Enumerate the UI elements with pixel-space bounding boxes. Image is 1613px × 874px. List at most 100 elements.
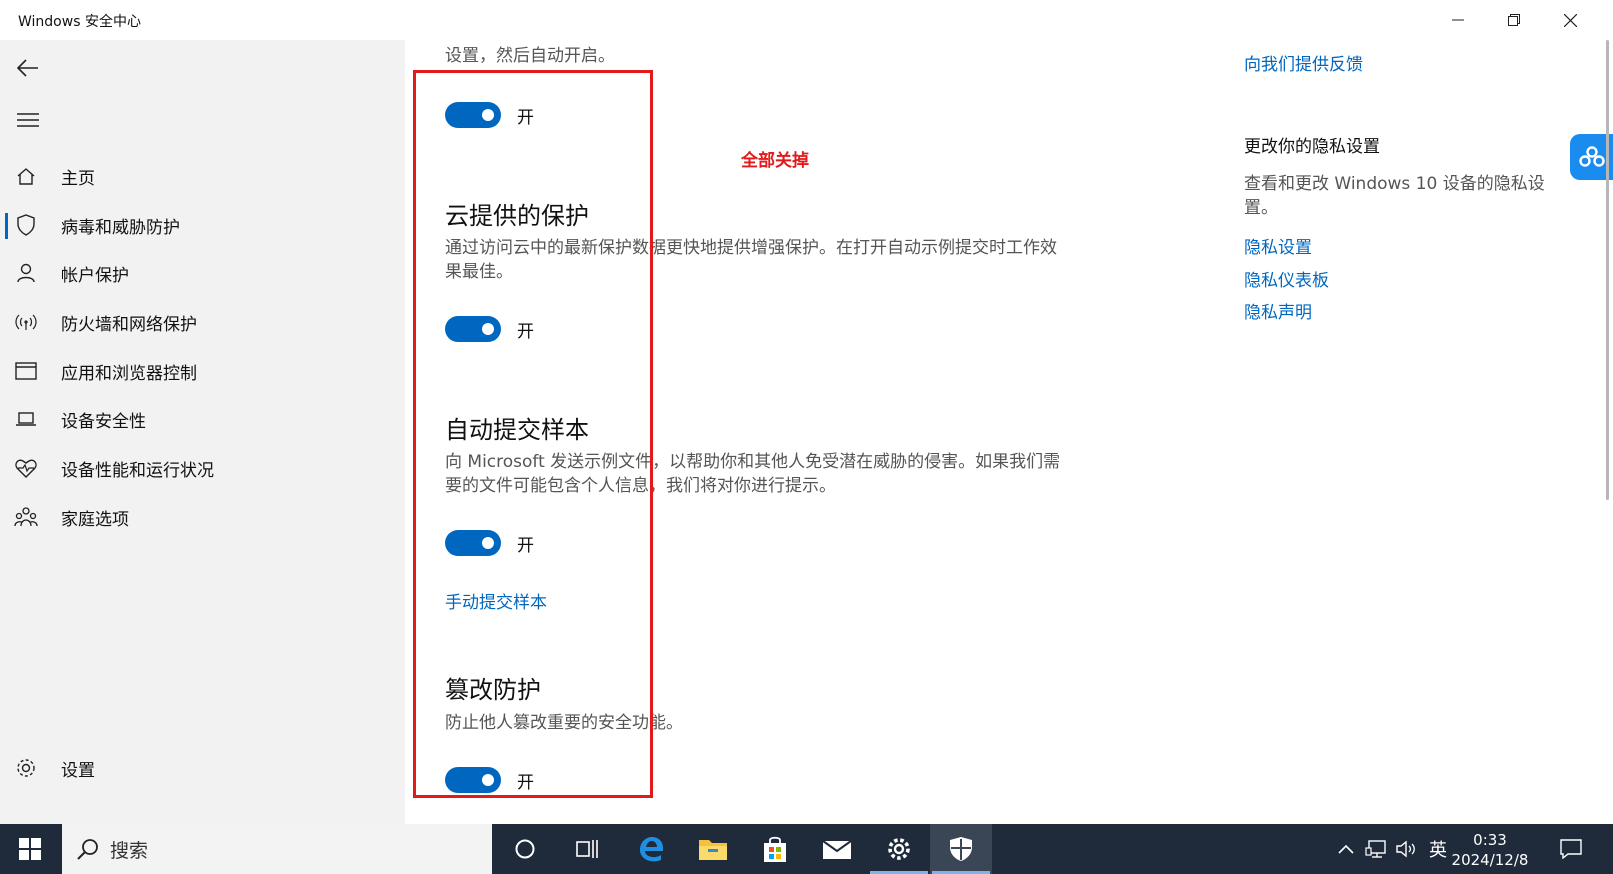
notification-icon	[1560, 839, 1582, 859]
toggle-state-label: 开	[517, 107, 534, 128]
toggle-knob	[482, 774, 494, 786]
family-icon	[13, 504, 39, 530]
heart-pulse-icon	[13, 455, 39, 481]
settings-app[interactable]	[868, 824, 930, 874]
speaker-icon	[1396, 840, 1415, 858]
feedback-link[interactable]: 向我们提供反馈	[1244, 50, 1363, 75]
realtime-protection-toggle[interactable]	[445, 102, 501, 128]
folder-icon	[699, 840, 727, 860]
store-bag-icon	[764, 836, 786, 862]
back-button[interactable]	[12, 52, 44, 84]
sidebar-item-home[interactable]: 主页	[0, 156, 405, 196]
window-title: Windows 安全中心	[18, 14, 141, 30]
microsoft-store-app[interactable]	[744, 824, 806, 874]
search-icon	[76, 837, 100, 861]
gear-icon	[888, 838, 910, 860]
laptop-icon	[13, 406, 39, 432]
cortana-button[interactable]	[494, 824, 556, 874]
sidebar-settings-label: 设置	[61, 760, 95, 781]
wireless-icon	[13, 309, 39, 335]
privacy-heading: 更改你的隐私设置	[1244, 137, 1380, 157]
scrollbar[interactable]	[1606, 40, 1609, 500]
sidebar-item-account-protection[interactable]: 帐户保护	[0, 253, 405, 293]
section-title-tamper-protection: 篡改防护	[445, 676, 541, 704]
sidebar-item-label: 防火墙和网络保护	[61, 314, 197, 335]
chevron-up-icon	[1338, 844, 1354, 854]
sidebar-item-label: 病毒和威胁防护	[61, 217, 180, 238]
cloud-protection-toggle[interactable]	[445, 316, 501, 342]
clock-time: 0:33	[1473, 831, 1507, 849]
windows-security-app[interactable]	[930, 824, 992, 874]
browser-window-icon	[13, 358, 39, 384]
cloud-app-icon	[1578, 146, 1605, 167]
minimize-button[interactable]	[1430, 0, 1486, 40]
close-button[interactable]	[1542, 0, 1598, 40]
home-icon	[13, 163, 39, 189]
sidebar-item-label: 家庭选项	[61, 509, 129, 530]
windows-security-window: Windows 安全中心 主页 病毒和威胁防护 帐户保护 防火墙和网络保护 应用…	[0, 0, 1613, 824]
sidebar-item-family-options[interactable]: 家庭选项	[0, 497, 405, 537]
sidebar-item-label: 设备性能和运行状况	[61, 460, 214, 481]
close-icon	[1563, 13, 1577, 27]
network-monitor-icon	[1365, 840, 1386, 858]
file-explorer-app[interactable]	[682, 824, 744, 874]
sidebar-item-virus-protection[interactable]: 病毒和威胁防护	[0, 205, 405, 245]
main-content: 设置，然后自动开启。 开 全部关掉 云提供的保护 通过访问云中的最新保护数据更快…	[405, 40, 1613, 824]
task-view-icon	[576, 840, 598, 858]
volume-button[interactable]	[1392, 824, 1420, 874]
edge-app[interactable]	[620, 824, 682, 874]
restore-icon	[1508, 14, 1520, 26]
toggle-knob	[482, 109, 494, 121]
gear-icon	[13, 755, 39, 781]
search-placeholder: 搜索	[110, 839, 149, 862]
toggle-state-label: 开	[517, 321, 534, 342]
annotation-text: 全部关掉	[741, 151, 809, 171]
mail-app[interactable]	[806, 824, 868, 874]
show-hidden-icons-button[interactable]	[1334, 824, 1358, 874]
privacy-dashboard-link[interactable]: 隐私仪表板	[1244, 266, 1329, 291]
sidebar-item-app-browser[interactable]: 应用和浏览器控制	[0, 351, 405, 391]
sidebar-item-label: 主页	[61, 168, 95, 189]
section-desc-cloud-protection: 通过访问云中的最新保护数据更快地提供增强保护。在打开自动示例提交时工作效果最佳。	[445, 238, 1057, 282]
taskbar-search-box[interactable]: 搜索	[62, 824, 492, 874]
tamper-protection-toggle-row: 开	[445, 766, 534, 794]
sidebar-item-device-performance[interactable]: 设备性能和运行状况	[0, 448, 405, 488]
section-desc-tamper-protection: 防止他人篡改重要的安全功能。	[445, 713, 683, 733]
person-icon	[13, 260, 39, 286]
auto-sample-toggle[interactable]	[445, 530, 501, 556]
security-shield-icon	[950, 837, 972, 861]
sidebar-item-label: 帐户保护	[61, 265, 129, 286]
auto-sample-toggle-row: 开	[445, 529, 534, 557]
section-title-auto-sample: 自动提交样本	[445, 416, 589, 444]
realtime-protection-toggle-row: 开	[445, 101, 534, 129]
start-button[interactable]	[0, 824, 60, 874]
sidebar-item-label: 设备安全性	[61, 411, 146, 432]
network-button[interactable]	[1362, 824, 1390, 874]
toggle-knob	[482, 537, 494, 549]
task-view-button[interactable]	[556, 824, 618, 874]
hamburger-icon	[17, 113, 39, 127]
sidebar-item-settings[interactable]: 设置	[0, 748, 405, 788]
taskbar-clock[interactable]: 0:33 2024/12/8	[1440, 830, 1540, 870]
sidebar-item-device-security[interactable]: 设备安全性	[0, 399, 405, 439]
clock-date: 2024/12/8	[1451, 851, 1529, 869]
toggle-state-label: 开	[517, 535, 534, 556]
toggle-knob	[482, 323, 494, 335]
toggle-state-label: 开	[517, 772, 534, 793]
manual-sample-link[interactable]: 手动提交样本	[445, 588, 547, 613]
sidebar-item-firewall[interactable]: 防火墙和网络保护	[0, 302, 405, 342]
mail-envelope-icon	[822, 840, 852, 859]
restore-button[interactable]	[1486, 0, 1542, 40]
privacy-statement-link[interactable]: 隐私声明	[1244, 298, 1312, 323]
cloud-protection-toggle-row: 开	[445, 315, 534, 343]
action-center-button[interactable]	[1556, 824, 1586, 874]
edge-browser-icon	[640, 837, 663, 862]
sidebar: 主页 病毒和威胁防护 帐户保护 防火墙和网络保护 应用和浏览器控制 设备安全性 …	[0, 40, 405, 824]
tamper-protection-toggle[interactable]	[445, 767, 501, 793]
back-arrow-icon	[17, 59, 38, 77]
hamburger-menu-button[interactable]	[12, 104, 44, 136]
windows-logo-icon	[19, 838, 41, 860]
privacy-settings-link[interactable]: 隐私设置	[1244, 233, 1312, 258]
sidebar-item-label: 应用和浏览器控制	[61, 363, 197, 384]
title-bar: Windows 安全中心	[0, 0, 1613, 40]
